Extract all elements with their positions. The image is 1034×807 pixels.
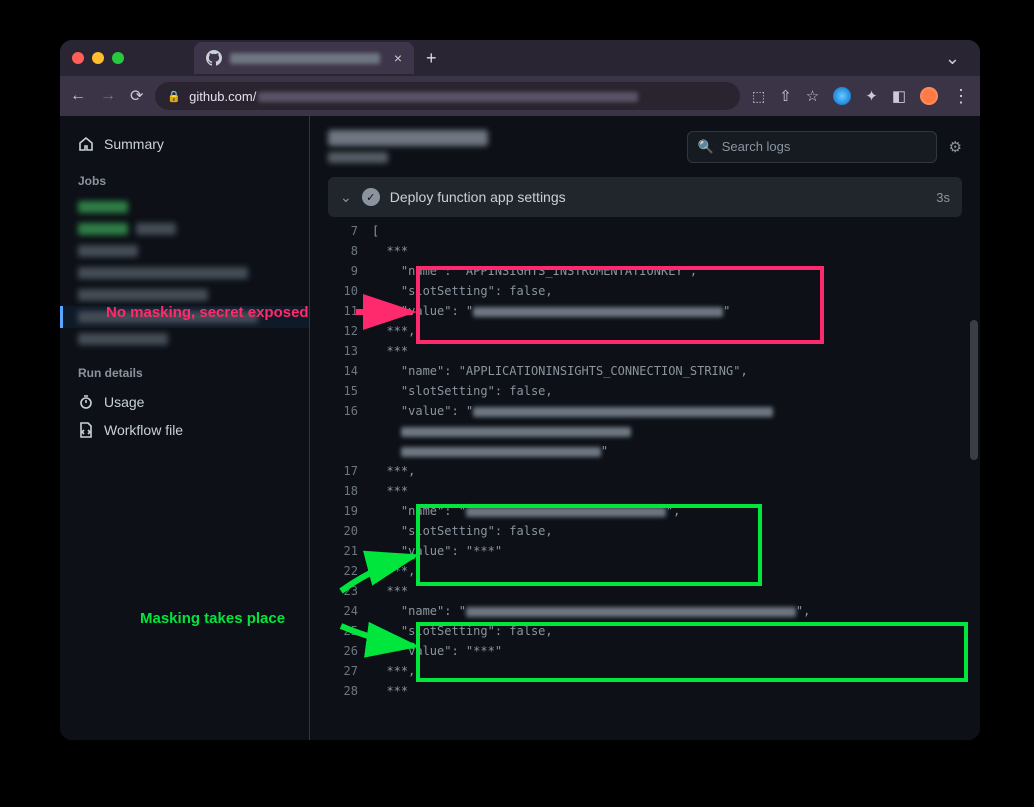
log-line: 11 "value": "" — [328, 301, 962, 321]
log-line: 7[ — [328, 221, 962, 241]
log-line: 17 ***, — [328, 461, 962, 481]
share-icon[interactable]: ⇧ — [779, 87, 792, 105]
log-line: 8 *** — [328, 241, 962, 261]
back-button[interactable]: ← — [70, 87, 86, 105]
tab-title — [230, 51, 386, 65]
profile-avatar[interactable] — [920, 87, 938, 105]
log-line: 28 *** — [328, 681, 962, 701]
job-item-selected[interactable] — [60, 306, 309, 328]
chevron-down-icon: ⌄ — [340, 189, 352, 206]
log-line: 14 "name": "APPLICATIONINSIGHTS_CONNECTI… — [328, 361, 962, 381]
tab-close-icon[interactable]: × — [394, 50, 402, 66]
browser-window: × + ⌄ ← → ⟳ 🔒 github.com/ ⬚ ⇧ ☆ ✦ ◧ ⋮ — [60, 40, 980, 740]
job-item[interactable] — [78, 196, 309, 218]
panel-icon[interactable]: ◧ — [892, 87, 906, 105]
home-icon — [78, 136, 94, 152]
log-line: 24 "name": "", — [328, 601, 962, 621]
log-line: " — [328, 441, 962, 461]
log-line: 16 "value": " — [328, 401, 962, 421]
workflow-file-link[interactable]: Workflow file — [78, 416, 309, 444]
search-logs-input[interactable]: 🔍 Search logs — [687, 131, 937, 163]
browser-tab[interactable]: × — [194, 42, 414, 74]
sidebar: Summary Jobs Run details Usage Workflow … — [60, 116, 310, 740]
step-title: Deploy function app settings — [390, 189, 566, 205]
log-line: 10 "slotSetting": false, — [328, 281, 962, 301]
minimize-window-icon[interactable] — [92, 52, 104, 64]
log-line: 15 "slotSetting": false, — [328, 381, 962, 401]
summary-link[interactable]: Summary — [78, 130, 309, 158]
log-line: 12 ***, — [328, 321, 962, 341]
step-duration: 3s — [936, 190, 950, 205]
maximize-window-icon[interactable] — [112, 52, 124, 64]
job-item[interactable] — [78, 218, 309, 240]
success-check-icon: ✓ — [362, 188, 380, 206]
tabs-dropdown-icon[interactable]: ⌄ — [945, 48, 968, 69]
settings-icon[interactable]: ⚙ — [949, 138, 962, 156]
file-code-icon — [78, 422, 94, 438]
log-line: 13 *** — [328, 341, 962, 361]
page-content: Summary Jobs Run details Usage Workflow … — [60, 116, 980, 740]
extensions-icon[interactable]: ✦ — [865, 87, 878, 105]
scrollbar-thumb[interactable] — [970, 320, 978, 460]
log-line: 18 *** — [328, 481, 962, 501]
titlebar: × + ⌄ — [60, 40, 980, 76]
summary-label: Summary — [104, 136, 164, 152]
main-header: 🔍 Search logs ⚙ — [310, 116, 980, 177]
menu-icon[interactable]: ⋮ — [952, 86, 970, 107]
forward-button[interactable]: → — [100, 87, 116, 105]
job-title — [328, 130, 675, 163]
step-header[interactable]: ⌄ ✓ Deploy function app settings 3s — [328, 177, 962, 217]
log-output[interactable]: 7[8 ***9 "name": "APPINSIGHTS_INSTRUMENT… — [328, 217, 962, 721]
bookmark-icon[interactable]: ☆ — [806, 87, 819, 105]
workflow-file-label: Workflow file — [104, 422, 183, 438]
url-text: github.com/ — [189, 89, 638, 104]
log-line: 22 ***, — [328, 561, 962, 581]
github-icon — [206, 50, 222, 66]
close-window-icon[interactable] — [72, 52, 84, 64]
log-line: 25 "slotSetting": false, — [328, 621, 962, 641]
log-line: 9 "name": "APPINSIGHTS_INSTRUMENTATIONKE… — [328, 261, 962, 281]
jobs-header: Jobs — [78, 174, 309, 188]
window-controls — [72, 52, 124, 64]
search-placeholder: Search logs — [722, 139, 791, 154]
new-tab-button[interactable]: + — [426, 48, 437, 69]
log-line — [328, 421, 962, 441]
usage-label: Usage — [104, 394, 144, 410]
extension-icon[interactable] — [833, 87, 851, 105]
main-panel: 🔍 Search logs ⚙ ⌄ ✓ Deploy function app … — [310, 116, 980, 740]
reload-button[interactable]: ⟳ — [130, 86, 143, 106]
log-line: 26 "value": "***" — [328, 641, 962, 661]
run-details-header: Run details — [78, 366, 309, 380]
job-item[interactable] — [78, 262, 309, 284]
job-item[interactable] — [78, 284, 309, 306]
log-line: 27 ***, — [328, 661, 962, 681]
install-icon[interactable]: ⬚ — [752, 88, 765, 105]
log-line: 20 "slotSetting": false, — [328, 521, 962, 541]
log-line: 19 "name": "", — [328, 501, 962, 521]
job-item[interactable] — [78, 328, 309, 350]
search-icon: 🔍 — [698, 139, 714, 155]
stopwatch-icon — [78, 394, 94, 410]
address-bar[interactable]: 🔒 github.com/ — [155, 82, 740, 110]
job-item[interactable] — [78, 240, 309, 262]
toolbar: ← → ⟳ 🔒 github.com/ ⬚ ⇧ ☆ ✦ ◧ ⋮ — [60, 76, 980, 116]
log-line: 21 "value": "***" — [328, 541, 962, 561]
usage-link[interactable]: Usage — [78, 388, 309, 416]
workflow-step: ⌄ ✓ Deploy function app settings 3s 7[8 … — [328, 177, 962, 721]
lock-icon: 🔒 — [167, 90, 181, 103]
log-line: 23 *** — [328, 581, 962, 601]
